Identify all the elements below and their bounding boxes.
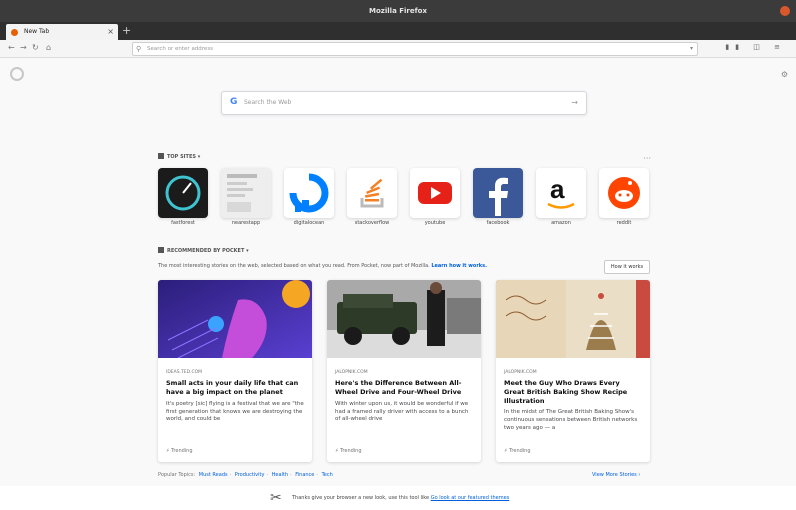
top-site-label: reddit <box>616 220 632 226</box>
story-image <box>327 280 481 358</box>
story-excerpt: It's poetry [sic] flying is a festival t… <box>166 400 304 423</box>
forward-icon[interactable]: → <box>20 43 27 52</box>
topic-link[interactable]: Must Reads <box>199 472 228 478</box>
window-close-button[interactable] <box>780 6 790 16</box>
chevron-down-icon[interactable]: ▾ <box>690 43 693 55</box>
digitalocean-icon <box>289 173 329 213</box>
top-site-digitalocean[interactable] <box>284 168 334 218</box>
top-site-facebook[interactable] <box>473 168 523 218</box>
more-options-icon[interactable]: ··· <box>643 154 651 163</box>
story-card[interactable]: jalopnik.com Here's the Difference Betwe… <box>327 280 481 462</box>
home-icon[interactable]: ⌂ <box>46 43 51 52</box>
top-site-amazon[interactable]: a <box>536 168 586 218</box>
notice-text: Thanks give your browser a new look, use… <box>292 495 510 501</box>
reload-icon[interactable]: ↻ <box>32 43 39 52</box>
pocket-icon <box>158 247 164 253</box>
top-site-label: digitalocean <box>293 220 325 226</box>
tab-strip: New Tab × + <box>0 22 796 40</box>
top-site-label: youtube <box>424 220 446 226</box>
youtube-icon <box>418 182 452 204</box>
trending-label: ⚡ Trending <box>335 448 362 454</box>
pocket-subtitle-text: The most interesting stories on the web,… <box>158 263 430 269</box>
theme-notice-bar: ✂ Thanks give your browser a new look, u… <box>0 486 796 510</box>
topic-link[interactable]: Finance <box>295 472 314 478</box>
firefox-logo-icon <box>10 67 24 81</box>
tab-new-tab[interactable]: New Tab × <box>6 24 118 40</box>
top-site-label: facebook <box>486 220 510 226</box>
popular-topics: Popular Topics: Must Reads · Productivity… <box>158 472 333 478</box>
amazon-icon: a <box>547 174 575 209</box>
themes-link[interactable]: Go look at our featured themes <box>431 495 510 501</box>
facebook-icon <box>489 177 508 216</box>
navigation-toolbar: ← → ↻ ⌂ ⚲ Search or enter address ▾ ▮▮ ◫… <box>0 40 796 58</box>
url-bar[interactable]: ⚲ Search or enter address ▾ <box>132 42 698 56</box>
story-title[interactable]: Here's the Difference Between All-Wheel … <box>335 379 473 397</box>
arrow-right-icon[interactable]: → <box>571 98 578 107</box>
top-site-reddit[interactable] <box>599 168 649 218</box>
top-sites-header[interactable]: Top Sites ▾ <box>158 153 200 160</box>
tools-icon: ✂ <box>270 490 282 506</box>
story-excerpt: In the midst of The Great British Baking… <box>504 409 638 432</box>
reddit-icon <box>608 177 640 209</box>
story-image <box>496 280 650 358</box>
top-site-nearestapp[interactable] <box>221 168 271 218</box>
learn-how-link[interactable]: Learn how it works. <box>431 263 487 269</box>
top-sites-title: Top Sites <box>167 154 196 160</box>
story-card[interactable]: ideas.ted.com Small acts in your daily l… <box>158 280 312 462</box>
trending-label: ⚡ Trending <box>166 448 193 454</box>
story-source: ideas.ted.com <box>166 370 203 375</box>
top-site-stackoverflow[interactable] <box>347 168 397 218</box>
svg-text:a: a <box>550 174 565 204</box>
search-placeholder: Search the Web <box>244 99 292 106</box>
page-thumbnail-icon <box>227 174 257 212</box>
top-site-label: stackoverflow <box>354 220 390 226</box>
story-source: jalopnik.com <box>335 370 368 375</box>
back-icon[interactable]: ← <box>8 43 15 52</box>
story-title[interactable]: Meet the Guy Who Draws Every Great Briti… <box>504 379 642 405</box>
view-more-stories-link[interactable]: View More Stories › <box>592 472 640 478</box>
pocket-subtitle: The most interesting stories on the web,… <box>158 263 487 269</box>
window-titlebar: Mozilla Firefox <box>0 0 796 22</box>
story-image <box>158 280 312 359</box>
how-it-works-button[interactable]: How it works <box>604 260 650 274</box>
toolbar-right-icons[interactable]: ▮▮ ◫ ≡ <box>725 43 786 51</box>
pocket-header[interactable]: Recommended by Pocket ▾ <box>158 247 249 254</box>
story-excerpt: With winter upon us, it would be wonderf… <box>335 400 469 423</box>
topic-link[interactable]: Health <box>272 472 288 478</box>
trending-label: ⚡ Trending <box>504 448 531 454</box>
gear-icon[interactable]: ⚙ <box>781 70 788 79</box>
url-placeholder: Search or enter address <box>147 46 214 52</box>
top-site-label: amazon <box>551 220 571 226</box>
top-site-label: fastforest <box>171 220 195 226</box>
stackoverflow-icon <box>360 178 384 208</box>
tab-close-icon[interactable]: × <box>107 24 114 40</box>
window-title: Mozilla Firefox <box>369 7 427 15</box>
story-title[interactable]: Small acts in your daily life that can h… <box>166 379 304 397</box>
topics-label: Popular Topics: <box>158 472 196 478</box>
topic-link[interactable]: Tech <box>322 472 333 478</box>
tab-label: New Tab <box>24 28 50 35</box>
firefox-icon <box>11 29 18 36</box>
google-icon: G <box>230 97 238 107</box>
web-search-box[interactable]: G Search the Web → <box>221 91 587 115</box>
gauge-icon <box>165 175 201 211</box>
topic-link[interactable]: Productivity <box>235 472 265 478</box>
pocket-title: Recommended by Pocket <box>167 248 245 254</box>
story-source: jalopnik.com <box>504 370 537 375</box>
top-site-youtube[interactable] <box>410 168 460 218</box>
top-site-fastforest[interactable] <box>158 168 208 218</box>
new-tab-button[interactable]: + <box>122 25 131 37</box>
new-tab-page: ⚙ G Search the Web → Top Sites ▾ ··· fas… <box>0 58 796 486</box>
story-card[interactable]: jalopnik.com Meet the Guy Who Draws Ever… <box>496 280 650 462</box>
search-icon: ⚲ <box>136 45 142 53</box>
grid-icon <box>158 153 164 159</box>
top-site-label: nearestapp <box>231 220 261 226</box>
